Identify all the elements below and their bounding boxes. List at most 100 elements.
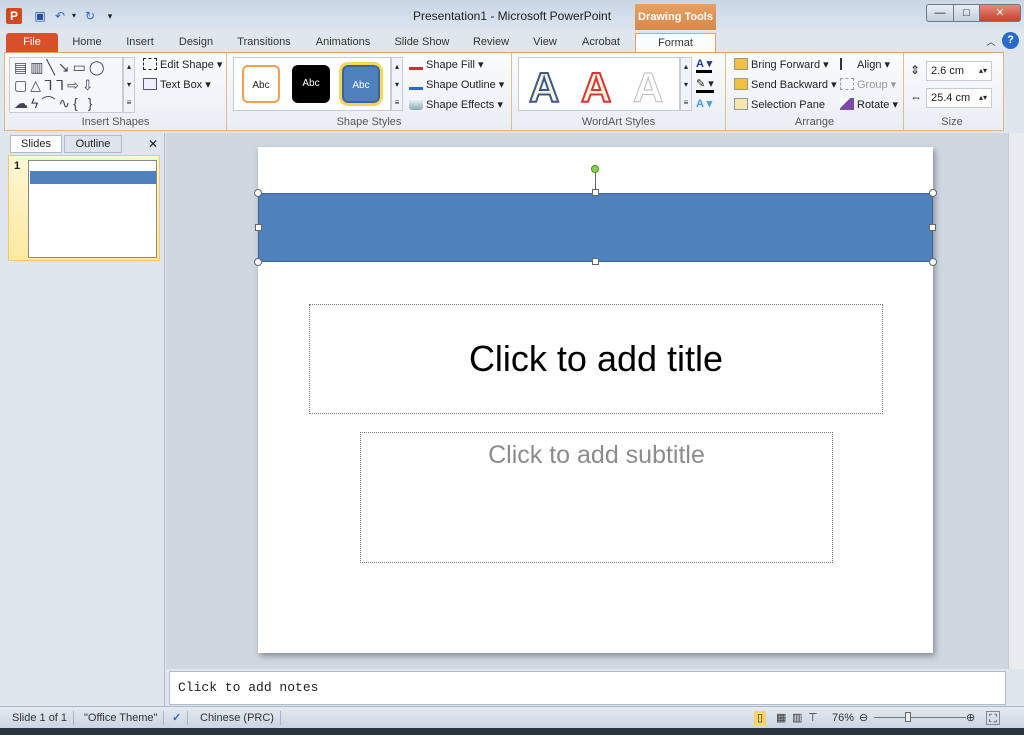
vertical-scrollbar[interactable]: [1008, 133, 1024, 669]
resize-handle-bottom-right[interactable]: [929, 258, 937, 266]
resize-handle-top[interactable]: [592, 189, 599, 196]
tab-format[interactable]: Format: [635, 33, 716, 52]
slide-editor: Click to add title Click to add subtitle: [166, 133, 1008, 669]
zoom-in-icon[interactable]: ⊕: [964, 711, 977, 725]
bring-forward-icon: [734, 58, 748, 70]
shape-style-blue-selected[interactable]: Abc: [339, 62, 383, 106]
slide-canvas[interactable]: Click to add title Click to add subtitle: [254, 147, 937, 653]
reading-view-icon[interactable]: ▥: [790, 711, 804, 725]
resize-handle-left[interactable]: [255, 224, 262, 231]
shape-fill-button[interactable]: Shape Fill ▾: [409, 58, 484, 71]
tab-acrobat[interactable]: Acrobat: [576, 33, 626, 52]
minimize-ribbon-icon[interactable]: ︿: [984, 33, 998, 52]
group-button[interactable]: Group ▾: [840, 78, 896, 91]
drawing-tools-label: Drawing Tools: [635, 4, 716, 30]
tab-outline[interactable]: Outline: [64, 135, 122, 153]
wordart-style-light[interactable]: A: [632, 64, 663, 112]
rotation-handle[interactable]: [591, 165, 599, 173]
tab-file[interactable]: File: [6, 33, 58, 52]
resize-handle-top-right[interactable]: [929, 189, 937, 197]
tab-slides[interactable]: Slides: [10, 135, 62, 153]
shape-effects-button[interactable]: Shape Effects ▾: [409, 98, 503, 111]
bring-forward-button[interactable]: Bring Forward ▾: [734, 58, 829, 71]
text-fill-icon[interactable]: A ▾: [696, 57, 713, 73]
slide-show-icon[interactable]: ⊤: [806, 711, 820, 725]
title-bar: P ▣ ↶ ▾ ↻ ▾ Presentation1 - Microsoft Po…: [0, 0, 1024, 30]
selected-rectangle-shape[interactable]: [258, 193, 933, 262]
slide-number: 1: [14, 160, 21, 172]
slide-sorter-icon[interactable]: ▦: [774, 711, 788, 725]
slide-thumbnail-item[interactable]: 1: [8, 155, 160, 261]
shape-width-input[interactable]: 25.4 cm ▴▾: [926, 88, 992, 108]
zoom-slider[interactable]: [874, 712, 966, 722]
shape-style-orange-outline[interactable]: Abc: [242, 65, 280, 103]
wordart-gallery[interactable]: A A A: [518, 57, 680, 112]
language[interactable]: Chinese (PRC): [194, 711, 281, 725]
shape-styles-scroll[interactable]: ▴ ▾ ≡: [391, 57, 403, 111]
align-icon: [840, 58, 854, 70]
help-icon[interactable]: ?: [1002, 32, 1019, 49]
tab-transitions[interactable]: Transitions: [232, 33, 296, 52]
zoom-level[interactable]: 76%: [826, 711, 860, 725]
zoom-slider-thumb[interactable]: [904, 712, 911, 722]
send-backward-button[interactable]: Send Backward ▾: [734, 78, 837, 91]
group-label: Arrange: [794, 116, 835, 128]
text-outline-icon[interactable]: ✎ ▾: [696, 77, 714, 93]
selection-pane-button[interactable]: Selection Pane: [734, 98, 825, 111]
height-spinner[interactable]: ▴▾: [979, 62, 987, 80]
text-box-icon: [143, 78, 157, 90]
spell-check-icon[interactable]: ✓: [166, 711, 189, 725]
window-title: Presentation1 - Microsoft PowerPoint: [412, 9, 612, 23]
resize-handle-bottom-left[interactable]: [254, 258, 262, 266]
shape-height-input[interactable]: 2.6 cm ▴▾: [926, 61, 992, 81]
tab-view[interactable]: View: [526, 33, 564, 52]
close-panel-icon[interactable]: ✕: [148, 137, 158, 151]
tab-design[interactable]: Design: [172, 33, 220, 52]
tab-slide-show[interactable]: Slide Show: [390, 33, 454, 52]
text-box-button[interactable]: Text Box ▾: [143, 78, 211, 91]
wordart-scroll[interactable]: ▴ ▾ ≡: [680, 57, 692, 111]
edit-shape-icon: [143, 58, 157, 70]
tab-insert[interactable]: Insert: [118, 33, 162, 52]
shapes-gallery-scroll[interactable]: ▴ ▾ ≡: [123, 57, 135, 113]
text-effects-icon[interactable]: A ▾: [696, 97, 712, 110]
group-insert-shapes: ▤▥╲↘▭◯ ▢△ᒣᒣ⇨⇩ ☁ϟ⌒∿{ } ▴ ▾ ≡ Edit Shape ▾ Tex…: [5, 53, 227, 130]
wordart-style-red[interactable]: A: [580, 63, 612, 112]
tab-review[interactable]: Review: [468, 33, 514, 52]
group-arrange: Bring Forward ▾ Send Backward ▾ Selectio…: [726, 53, 904, 130]
zoom-out-icon[interactable]: ⊖: [857, 711, 870, 725]
edit-shape-button[interactable]: Edit Shape ▾: [143, 58, 222, 71]
paint-bucket-icon: [409, 58, 423, 70]
shape-styles-gallery[interactable]: Abc Abc Abc: [233, 57, 391, 111]
normal-view-icon[interactable]: ▯: [754, 711, 767, 725]
group-shape-styles: Abc Abc Abc ▴ ▾ ≡ Shape Fill ▾ Shape Outli…: [227, 53, 512, 130]
rotate-button[interactable]: Rotate ▾: [840, 98, 898, 111]
width-spinner[interactable]: ▴▾: [979, 89, 987, 107]
slide-count: Slide 1 of 1: [6, 711, 75, 725]
shape-style-black[interactable]: Abc: [292, 65, 330, 103]
minimize-button[interactable]: —: [926, 4, 954, 22]
align-button[interactable]: Align ▾: [840, 58, 890, 71]
title-placeholder[interactable]: Click to add title: [309, 304, 883, 414]
fit-to-window-icon[interactable]: ⛶: [986, 711, 1000, 725]
tab-animations[interactable]: Animations: [310, 33, 376, 52]
send-backward-icon: [734, 78, 748, 90]
group-icon: [840, 78, 854, 90]
wordart-style-blue[interactable]: A: [528, 63, 560, 112]
theme-name: "Office Theme": [78, 711, 165, 725]
shapes-gallery[interactable]: ▤▥╲↘▭◯ ▢△ᒣᒣ⇨⇩ ☁ϟ⌒∿{ }: [9, 57, 123, 113]
shape-height-icon: ⇕: [910, 63, 921, 77]
maximize-button[interactable]: □: [953, 4, 980, 22]
slide-thumbnail[interactable]: [28, 160, 157, 258]
resize-handle-top-left[interactable]: [254, 189, 262, 197]
resize-handle-bottom[interactable]: [592, 258, 599, 265]
thumbnail-shape: [30, 171, 156, 184]
shape-outline-button[interactable]: Shape Outline ▾: [409, 78, 504, 91]
group-label: Insert Shapes: [81, 116, 150, 128]
resize-handle-right[interactable]: [929, 224, 936, 231]
tab-home[interactable]: Home: [66, 33, 108, 52]
status-bar: Slide 1 of 1 "Office Theme" ✓ Chinese (P…: [0, 706, 1024, 728]
subtitle-placeholder[interactable]: Click to add subtitle: [360, 432, 833, 563]
notes-pane[interactable]: Click to add notes: [169, 671, 1006, 705]
close-button[interactable]: ✕: [979, 4, 1021, 22]
